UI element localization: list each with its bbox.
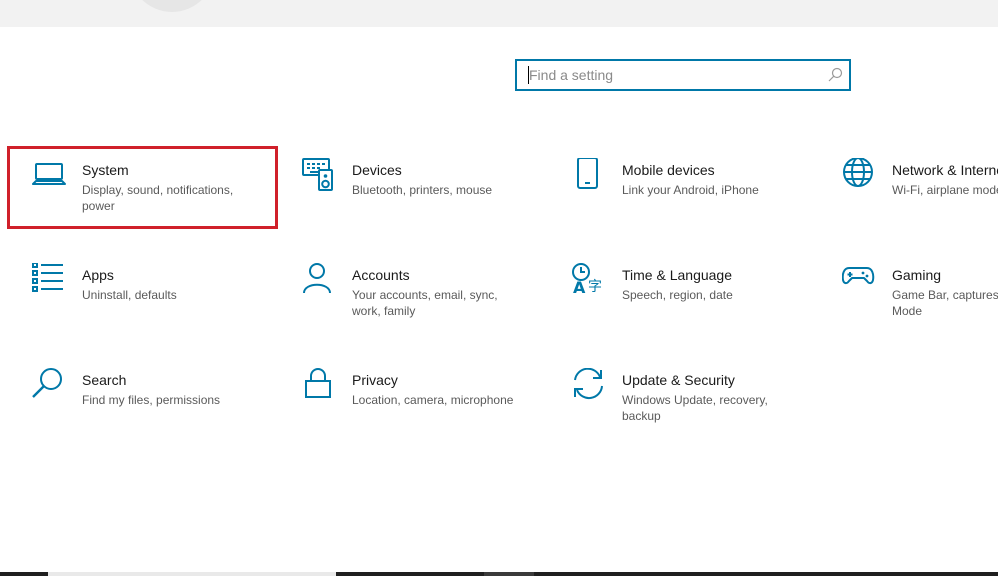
top-header-bar: [0, 0, 998, 27]
category-accounts[interactable]: Accounts Your accounts, email, sync, wor…: [302, 263, 562, 337]
category-title: Gaming: [892, 267, 942, 283]
category-apps[interactable]: Apps Uninstall, defaults: [32, 263, 292, 337]
category-description: Display, sound, notifications, power: [82, 183, 234, 213]
sync-arrows-icon: [572, 368, 608, 404]
lock-icon: [302, 368, 338, 404]
text-cursor: [528, 66, 529, 84]
category-title: Privacy: [352, 372, 398, 388]
category-mobile-devices[interactable]: Mobile devices Link your Android, iPhone: [572, 158, 832, 232]
category-description: Your accounts, email, sync, work, family: [352, 288, 498, 318]
category-title: Devices: [352, 162, 402, 178]
category-description: Windows Update, recovery, backup: [622, 393, 768, 423]
category-description: Uninstall, defaults: [82, 288, 177, 302]
category-time-language[interactable]: A字 Time & Language Speech, region, date: [572, 263, 832, 337]
avatar[interactable]: [128, 0, 216, 12]
category-title: System: [82, 162, 129, 178]
search-icon[interactable]: [827, 67, 843, 83]
category-network[interactable]: Network & Internet Wi-Fi, airplane mode,…: [842, 158, 998, 232]
category-title: Search: [82, 372, 127, 388]
category-title: Update & Security: [622, 372, 735, 388]
search-input[interactable]: [517, 61, 829, 89]
taskbar-app-segment[interactable]: [48, 572, 336, 576]
globe-icon: [842, 158, 878, 194]
category-devices[interactable]: Devices Bluetooth, printers, mouse: [302, 158, 562, 232]
category-privacy[interactable]: Privacy Location, camera, microphone: [302, 368, 562, 442]
laptop-icon: [32, 158, 68, 194]
category-gaming[interactable]: Gaming Game Bar, captures, Game Mode: [842, 263, 998, 337]
category-title: Network & Internet: [892, 162, 998, 178]
category-description: Find my files, permissions: [82, 393, 221, 407]
category-description: Location, camera, microphone: [352, 393, 514, 407]
category-update-security[interactable]: Update & Security Windows Update, recove…: [572, 368, 832, 442]
person-icon: [302, 263, 338, 299]
taskbar-app-segment[interactable]: [484, 572, 534, 576]
gamepad-icon: [842, 263, 878, 299]
category-description: Bluetooth, printers, mouse: [352, 183, 493, 197]
keyboard-speaker-icon: [302, 158, 338, 194]
taskbar-strip: [0, 572, 998, 576]
category-description: Wi-Fi, airplane mode, VPN: [892, 183, 998, 197]
category-description: Speech, region, date: [622, 288, 733, 302]
settings-search-box[interactable]: [515, 59, 851, 91]
svg-text:A: A: [573, 278, 586, 297]
category-title: Accounts: [352, 267, 410, 283]
category-title: Apps: [82, 267, 114, 283]
category-search[interactable]: Search Find my files, permissions: [32, 368, 292, 442]
category-title: Time & Language: [622, 267, 732, 283]
svg-text:字: 字: [588, 279, 602, 295]
apps-list-icon: [32, 263, 68, 299]
magnifier-icon: [32, 368, 68, 404]
category-description: Game Bar, captures, Game Mode: [892, 288, 998, 318]
time-language-icon: A字: [572, 263, 608, 299]
category-system[interactable]: System Display, sound, notifications, po…: [32, 158, 292, 232]
phone-icon: [572, 158, 608, 194]
category-description: Link your Android, iPhone: [622, 183, 759, 197]
category-title: Mobile devices: [622, 162, 715, 178]
